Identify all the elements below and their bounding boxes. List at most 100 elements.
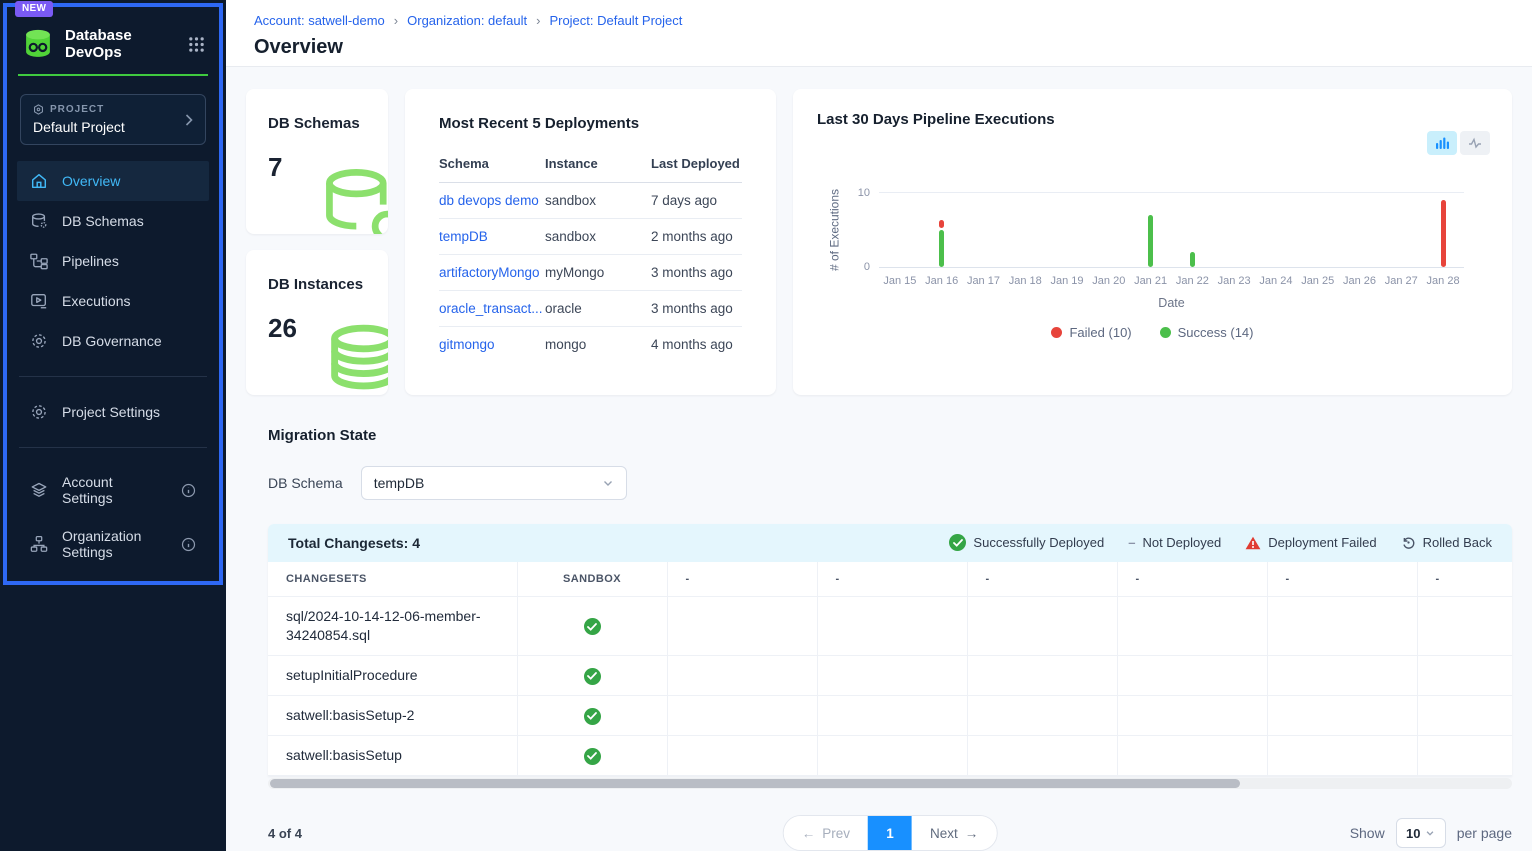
sidebar-item-db-governance[interactable]: DB Governance [17,321,209,361]
changesets-column-header: - [1417,562,1512,597]
chart-legend-item[interactable]: Success (14) [1160,325,1254,340]
horizontal-scrollbar-thumb[interactable] [270,779,1240,788]
chart-bars [879,192,1464,268]
sidebar-item-pipelines[interactable]: Pipelines [17,241,209,281]
content: DB Schemas 7 DB Instances 26 [226,67,1532,851]
project-selector[interactable]: PROJECT Default Project [20,94,206,145]
changeset-empty-cell [817,656,967,696]
info-icon[interactable] [181,537,196,552]
brand-underline [18,74,208,76]
page-size-select[interactable]: 10 [1396,818,1446,848]
chart-x-tick: Jan 23 [1213,275,1255,287]
changesets-card: Total Changesets: 4 Successfully Deploye… [268,524,1512,777]
chevron-down-icon [1425,828,1435,838]
chart-bar-failed [939,220,944,227]
check-circle-icon [584,618,601,635]
deployment-last-deployed: 4 months ago [651,326,742,362]
deployments-column-header: Instance [545,148,651,183]
sidebar-item-organization-settings[interactable]: Organization Settings [17,517,209,571]
chart-bar-success [1148,215,1153,267]
sidebar-item-executions[interactable]: Executions [17,281,209,321]
chart-bar-slot [1213,193,1255,267]
db-instances-card: DB Instances 26 [246,250,388,395]
legend-label: Deployment Failed [1268,535,1376,550]
breadcrumb-organization-link[interactable]: Organization: default [407,13,527,28]
current-page-button[interactable]: 1 [868,816,912,850]
main-area: Account: satwell-demo › Organization: de… [226,0,1532,851]
app-switcher-grid-icon[interactable] [188,36,205,53]
breadcrumb-project-link[interactable]: Project: Default Project [549,13,682,28]
db-schema-select[interactable]: tempDB [361,466,627,500]
sidebar-frame: NEW Database DevOps [3,3,223,585]
deployments-column-header: Last Deployed [651,148,742,183]
arrow-left-icon: ← [802,826,816,841]
deployment-schema-link[interactable]: gitmongo [439,326,545,362]
breadcrumb: Account: satwell-demo › Organization: de… [254,13,1506,28]
cs-body: sql/2024-10-14-12-06-member-34240854.sql… [268,597,1512,776]
changeset-empty-cell [817,696,967,736]
recent-deployments-card: Most Recent 5 Deployments Schema Instanc… [405,89,776,395]
deployment-row: tempDBsandbox2 months ago [439,218,742,254]
deployment-schema-link[interactable]: oracle_transact... [439,290,545,326]
changeset-empty-cell [1117,696,1267,736]
sidebar-item-account-settings[interactable]: Account Settings [17,463,209,517]
info-icon[interactable] [181,483,196,498]
deployment-schema-link[interactable]: tempDB [439,218,545,254]
chart-y-ticks: 10 0 [853,192,877,268]
check-circle-icon [584,748,601,765]
chart-legend-item[interactable]: Failed (10) [1051,325,1131,340]
database-stack-icon [314,322,388,395]
bar-chart-toggle-icon[interactable] [1427,131,1457,155]
changesets-column-header: - [967,562,1117,597]
legend-label: Not Deployed [1142,535,1221,550]
legend-dot-icon [1051,327,1062,338]
deployment-schema-link[interactable]: artifactoryMongo [439,254,545,290]
db-schemas-card: DB Schemas 7 [246,89,388,234]
chart-x-tick: Jan 19 [1046,275,1088,287]
deployment-last-deployed: 3 months ago [651,290,742,326]
brand: Database DevOps [17,19,209,61]
legend-dot-icon [1160,327,1171,338]
deployments-body: db devops demosandbox7 days agotempDBsan… [439,182,742,362]
line-chart-toggle-icon[interactable] [1460,131,1490,155]
gear-icon [30,403,48,421]
chart-bar-slot [879,193,921,267]
chart-x-tick: Jan 21 [1130,275,1172,287]
deployments-column-header: Schema [439,148,545,183]
deployment-instance: sandbox [545,218,651,254]
pipeline-executions-chart-card: Last 30 Days Pipeline Executions [793,89,1512,395]
total-changesets-label: Total Changesets: 4 [288,535,420,551]
chart-bar-slot [1297,193,1339,267]
db-schema-label: DB Schema [268,475,343,491]
changeset-empty-cell [1417,597,1512,656]
sidebar-item-overview[interactable]: Overview [17,161,209,201]
chart-legend: Failed (10) Success (14) [817,325,1488,340]
chart-bar-slot [1046,193,1088,267]
chart-y-axis-label: # of Executions [817,192,853,268]
deployment-row: artifactoryMongomyMongo3 months ago [439,254,742,290]
changeset-empty-cell [1267,696,1417,736]
sidebar-item-project-settings[interactable]: Project Settings [17,392,209,432]
deployment-schema-link[interactable]: db devops demo [439,182,545,218]
changeset-empty-cell [817,736,967,776]
chart-x-tick: Jan 18 [1004,275,1046,287]
sidebar-item-db-schemas[interactable]: DB Schemas [17,201,209,241]
next-page-button[interactable]: Next → [912,816,996,850]
chart-bar-slot [1255,193,1297,267]
prev-page-button[interactable]: ← Prev [784,816,868,850]
changeset-name: setupInitialProcedure [268,656,517,696]
changesets-header-band: Total Changesets: 4 Successfully Deploye… [268,524,1512,562]
changeset-empty-cell [667,656,817,696]
sidebar-item-label: Organization Settings [62,528,167,560]
project-label: PROJECT [50,104,104,115]
chart-x-tick: Jan 16 [921,275,963,287]
changeset-row: satwell:basisSetup [268,736,1512,776]
y-tick: 10 [858,187,870,199]
pipeline-icon [30,252,48,270]
deployment-instance: myMongo [545,254,651,290]
deployment-instance: oracle [545,290,651,326]
changeset-empty-cell [1267,656,1417,696]
breadcrumb-account-link[interactable]: Account: satwell-demo [254,13,385,28]
changeset-sandbox-status [517,696,667,736]
changeset-name: satwell:basisSetup [268,736,517,776]
